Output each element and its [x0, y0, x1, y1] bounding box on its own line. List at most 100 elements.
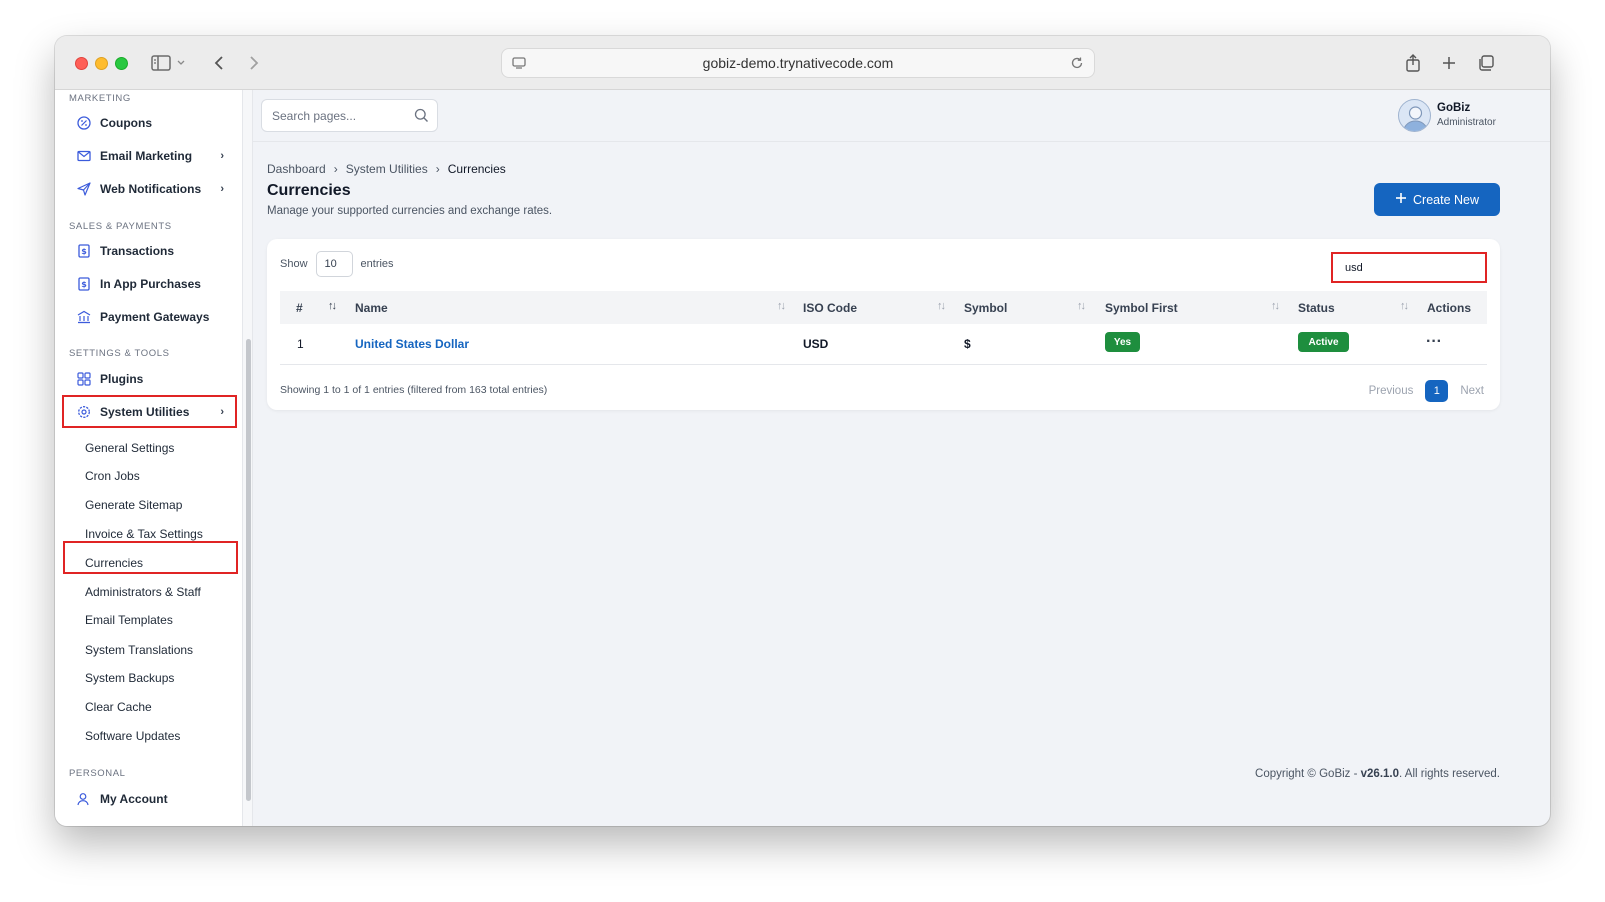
- sidebar-item-label: Transactions: [100, 244, 175, 258]
- sort-icon[interactable]: ↑↓: [937, 300, 946, 312]
- svg-text:$: $: [81, 247, 87, 256]
- section-label-personal: PERSONAL: [69, 768, 126, 779]
- column-header-index[interactable]: #: [296, 301, 303, 315]
- breadcrumb-system-utilities[interactable]: System Utilities: [346, 162, 428, 176]
- sidebar-subitem-clear-cache[interactable]: Clear Cache: [85, 700, 152, 714]
- plus-icon: [1395, 192, 1407, 207]
- forward-icon[interactable]: [242, 51, 266, 75]
- table-search-input[interactable]: usd: [1331, 252, 1487, 283]
- sidebar-subitem-system-translations[interactable]: System Translations: [85, 643, 193, 657]
- sort-icon[interactable]: ↑↓: [1271, 300, 1280, 312]
- cell-name-link[interactable]: United States Dollar: [355, 337, 469, 351]
- sidebar-toggle-icon[interactable]: [149, 51, 173, 75]
- row-actions-menu[interactable]: ···: [1426, 333, 1442, 351]
- sidebar-subitem-administrators-staff[interactable]: Administrators & Staff: [85, 585, 201, 599]
- breadcrumb: Dashboard › System Utilities › Currencie…: [267, 162, 506, 176]
- column-header-symbol-first[interactable]: Symbol First: [1105, 301, 1178, 315]
- url-text: gobiz-demo.trynativecode.com: [702, 55, 894, 71]
- breadcrumb-dashboard[interactable]: Dashboard: [267, 162, 326, 176]
- share-icon[interactable]: [1401, 51, 1425, 75]
- sidebar-item-in-app-purchases[interactable]: $ In App Purchases: [62, 269, 236, 299]
- next-page-button[interactable]: Next: [1460, 385, 1484, 397]
- page-length-select[interactable]: 10: [315, 251, 353, 277]
- sidebar-item-my-account[interactable]: My Account: [62, 784, 236, 814]
- entries-label: entries: [360, 258, 394, 270]
- user-name[interactable]: GoBiz: [1437, 102, 1470, 114]
- minimize-window-button[interactable]: [95, 57, 108, 70]
- receipt-icon: $: [76, 243, 92, 259]
- back-icon[interactable]: [207, 51, 231, 75]
- tab-overview-icon[interactable]: [1474, 51, 1498, 75]
- sidebar-subitem-generate-sitemap[interactable]: Generate Sitemap: [85, 498, 182, 512]
- page-button-1[interactable]: 1: [1425, 380, 1449, 402]
- close-window-button[interactable]: [75, 57, 88, 70]
- browser-window: gobiz-demo.trynativecode.com MARKETING C…: [55, 36, 1550, 826]
- footer-version: v26.1.0: [1360, 768, 1400, 780]
- top-bar: Search pages... GoBiz Administrator: [253, 90, 1550, 142]
- cell-index: 1: [297, 337, 304, 351]
- title-bar: gobiz-demo.trynativecode.com: [55, 36, 1550, 90]
- zoom-window-button[interactable]: [115, 57, 128, 70]
- column-header-iso-code[interactable]: ISO Code: [803, 301, 857, 315]
- sidebar-item-web-notifications[interactable]: Web Notifications ›: [62, 174, 236, 204]
- sidebar-item-label: Coupons: [100, 116, 152, 130]
- create-new-button[interactable]: Create New: [1374, 183, 1500, 216]
- page-subtitle: Manage your supported currencies and exc…: [267, 205, 553, 217]
- chevron-right-icon: ›: [220, 183, 224, 195]
- sidebar-item-transactions[interactable]: $ Transactions: [62, 236, 236, 266]
- sidebar-item-label: My Account: [100, 792, 168, 806]
- sidebar-item-payment-gateways[interactable]: Payment Gateways: [62, 302, 236, 332]
- previous-page-button[interactable]: Previous: [1369, 385, 1414, 397]
- sidebar-item-plugins[interactable]: Plugins: [62, 364, 236, 394]
- table-row: 1 United States Dollar USD $ Yes Active …: [280, 324, 1487, 365]
- reload-icon[interactable]: [1069, 55, 1085, 74]
- sort-icon[interactable]: ↑↓: [777, 300, 786, 312]
- section-label-sales: SALES & PAYMENTS: [69, 221, 172, 232]
- column-header-name[interactable]: Name: [355, 301, 388, 315]
- sidebar-item-label: Email Marketing: [100, 149, 193, 163]
- table-info: Showing 1 to 1 of 1 entries (filtered fr…: [280, 384, 548, 396]
- footer-copyright: Copyright © GoBiz - v26.1.0. All rights …: [1255, 768, 1500, 780]
- sidebar-item-coupons[interactable]: Coupons: [62, 108, 236, 138]
- sidebar: MARKETING Coupons Email Marketing › Web …: [55, 90, 243, 826]
- new-tab-icon[interactable]: [1437, 51, 1461, 75]
- sort-icon[interactable]: ↑↓: [1077, 300, 1086, 312]
- sidebar-subitem-cron-jobs[interactable]: Cron Jobs: [85, 469, 140, 483]
- footer-prefix: Copyright © GoBiz -: [1255, 768, 1361, 780]
- svg-text:$: $: [81, 280, 87, 289]
- sidebar-subitem-invoice-tax-settings[interactable]: Invoice & Tax Settings: [85, 527, 203, 541]
- chevron-down-icon[interactable]: [174, 51, 188, 75]
- column-header-symbol[interactable]: Symbol: [964, 301, 1007, 315]
- cell-symbol: $: [964, 337, 971, 351]
- highlight-box-currencies: [63, 541, 238, 574]
- sidebar-subitem-system-backups[interactable]: System Backups: [85, 671, 174, 685]
- create-new-label: Create New: [1413, 192, 1479, 207]
- chevron-right-icon: ›: [220, 150, 224, 162]
- avatar[interactable]: [1398, 99, 1431, 132]
- table-header: # ↑↓ Name ↑↓ ISO Code ↑↓ Symbol ↑↓ Symbo…: [280, 291, 1487, 324]
- user-icon: [76, 791, 92, 807]
- receipt-icon: $: [76, 276, 92, 292]
- page-length-control: Show 10 entries: [280, 251, 394, 277]
- cell-iso-code: USD: [803, 337, 829, 351]
- sidebar-subitem-software-updates[interactable]: Software Updates: [85, 729, 180, 743]
- coupon-icon: [76, 115, 92, 131]
- footer-suffix: . All rights reserved.: [1399, 768, 1500, 780]
- breadcrumb-separator: ›: [333, 162, 338, 176]
- pagination: Previous 1 Next: [1369, 380, 1484, 402]
- sidebar-scrollbar[interactable]: [246, 339, 251, 801]
- sort-asc-icon[interactable]: ↑↓: [328, 300, 337, 312]
- show-label: Show: [280, 258, 308, 270]
- sort-icon[interactable]: ↑↓: [1400, 300, 1409, 312]
- site-settings-icon[interactable]: [511, 55, 527, 74]
- address-bar[interactable]: gobiz-demo.trynativecode.com: [501, 48, 1095, 78]
- sidebar-subitem-email-templates[interactable]: Email Templates: [85, 613, 173, 627]
- search-placeholder: Search pages...: [272, 108, 357, 123]
- sidebar-subitem-general-settings[interactable]: General Settings: [85, 441, 174, 455]
- search-input[interactable]: Search pages...: [261, 99, 438, 132]
- bank-icon: [76, 309, 92, 325]
- column-header-status[interactable]: Status: [1298, 301, 1335, 315]
- sidebar-item-label: In App Purchases: [100, 277, 201, 291]
- sidebar-item-email-marketing[interactable]: Email Marketing ›: [62, 141, 236, 171]
- search-icon[interactable]: [414, 108, 429, 126]
